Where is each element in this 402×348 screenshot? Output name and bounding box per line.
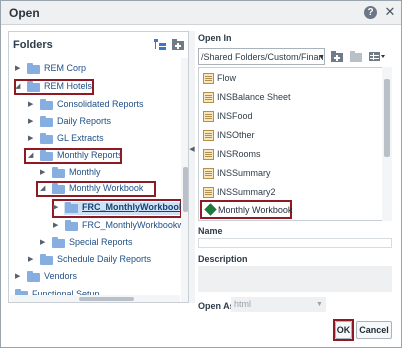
document-icon: [203, 187, 214, 198]
chevron-down-icon[interactable]: ◢: [28, 152, 36, 160]
description-label: Description: [198, 254, 248, 264]
panel-splitter[interactable]: [189, 31, 195, 303]
folder-icon: [65, 202, 78, 213]
folders-panel: Folders ▶ REM Corp ◢ REM Hotels ▶ Consol…: [8, 31, 189, 303]
list-item-label: INSOther: [217, 130, 255, 140]
tree-item-label: Monthly Reports: [57, 150, 123, 160]
title-bar: Open ? ✕: [1, 1, 401, 25]
folder-up-icon[interactable]: [350, 51, 362, 62]
folder-icon: [40, 254, 53, 265]
document-icon: [203, 130, 214, 141]
file-list: Flow INSBalance Sheet INSFood INSOther I…: [198, 67, 392, 221]
open-in-path[interactable]: /Shared Folders/Custom/Finan: [198, 48, 325, 65]
tree-item-label: Daily Reports: [57, 116, 112, 126]
chevron-down-icon[interactable]: ◢: [15, 83, 23, 91]
new-folder-icon[interactable]: [172, 39, 184, 50]
chevron-right-icon[interactable]: ▶: [15, 273, 23, 281]
list-item-label: INSBalance Sheet: [217, 92, 291, 102]
tree-item-label: Vendors: [44, 271, 78, 281]
name-field[interactable]: [198, 238, 392, 248]
folders-vertical-scroll-thumb[interactable]: [183, 167, 188, 212]
open-in-label: Open In: [198, 33, 232, 43]
chevron-right-icon[interactable]: ▶: [40, 169, 48, 177]
chevron-right-icon[interactable]: ▶: [53, 204, 61, 212]
selected-item-label: Monthly Workbook: [218, 205, 293, 215]
expand-tree-icon[interactable]: [154, 39, 166, 50]
list-item-label: INSSummary2: [217, 187, 276, 197]
chevron-right-icon[interactable]: ▶: [28, 135, 36, 143]
document-icon: [203, 168, 214, 179]
open-as-select[interactable]: html: [231, 297, 326, 312]
folder-icon: [40, 150, 53, 161]
list-item-label: INSFood: [217, 111, 253, 121]
list-item-label: INSRooms: [217, 149, 261, 159]
folders-title: Folders: [13, 39, 53, 51]
document-icon: [203, 149, 214, 160]
folder-icon: [27, 81, 40, 92]
tree-item-label: FRC_MonthlyWorkbook: [82, 202, 184, 212]
chevron-right-icon[interactable]: ▶: [28, 118, 36, 126]
cancel-button[interactable]: Cancel: [356, 321, 392, 339]
list-item-label: Flow: [217, 73, 237, 83]
collapse-left-icon[interactable]: ◀: [189, 144, 195, 156]
chevron-down-icon[interactable]: ◢: [40, 185, 48, 193]
folder-icon: [40, 99, 53, 110]
help-icon[interactable]: ?: [364, 6, 377, 19]
chevron-right-icon[interactable]: ▶: [40, 239, 48, 247]
document-icon: [203, 92, 214, 103]
folder-icon: [40, 116, 53, 127]
document-icon: [203, 111, 214, 122]
folder-icon: [27, 271, 40, 282]
folders-header: Folders: [9, 32, 188, 58]
tree-item-label: REM Corp: [44, 63, 87, 73]
open-dialog: Open ? ✕ Folders ▶ REM Corp ◢ REM Hotels…: [0, 0, 402, 348]
close-icon[interactable]: ✕: [384, 4, 396, 20]
tree-item-label: Schedule Daily Reports: [57, 254, 152, 264]
list-item-label: INSSummary: [217, 168, 271, 178]
folder-icon: [52, 183, 65, 194]
file-list-scroll-thumb[interactable]: [384, 79, 390, 157]
ok-button[interactable]: OK: [335, 321, 352, 339]
tree-item-label: Special Reports: [69, 237, 133, 247]
folder-icon: [52, 237, 65, 248]
chevron-down-icon[interactable]: ▼: [318, 54, 325, 61]
tree-item-label: FRC_MonthlyWorkbookw: [82, 220, 184, 230]
chevron-down-icon[interactable]: ▼: [316, 301, 323, 308]
name-label: Name: [198, 226, 223, 236]
folder-icon: [40, 133, 53, 144]
folder-icon: [65, 220, 78, 231]
tree-item-label: Monthly Workbook: [69, 183, 144, 193]
dialog-title: Open: [9, 6, 40, 20]
chevron-right-icon[interactable]: ▶: [28, 101, 36, 109]
tree-item-label: Consolidated Reports: [57, 99, 144, 109]
tree-item-label: GL Extracts: [57, 133, 104, 143]
document-icon: [203, 73, 214, 84]
tree-item-label: Monthly: [69, 167, 101, 177]
folders-horizontal-scroll-thumb[interactable]: [79, 297, 134, 301]
open-as-label: Open As: [198, 301, 235, 311]
tree-item-label: REM Hotels: [44, 81, 93, 91]
view-icon[interactable]: [369, 51, 385, 62]
description-field[interactable]: [198, 266, 392, 292]
folder-icon: [27, 63, 40, 74]
chevron-right-icon[interactable]: ▶: [28, 256, 36, 264]
folder-icon: [52, 167, 65, 178]
chevron-right-icon[interactable]: ▶: [53, 222, 61, 230]
chevron-right-icon[interactable]: ▶: [15, 65, 23, 73]
new-folder-icon[interactable]: [331, 51, 343, 62]
